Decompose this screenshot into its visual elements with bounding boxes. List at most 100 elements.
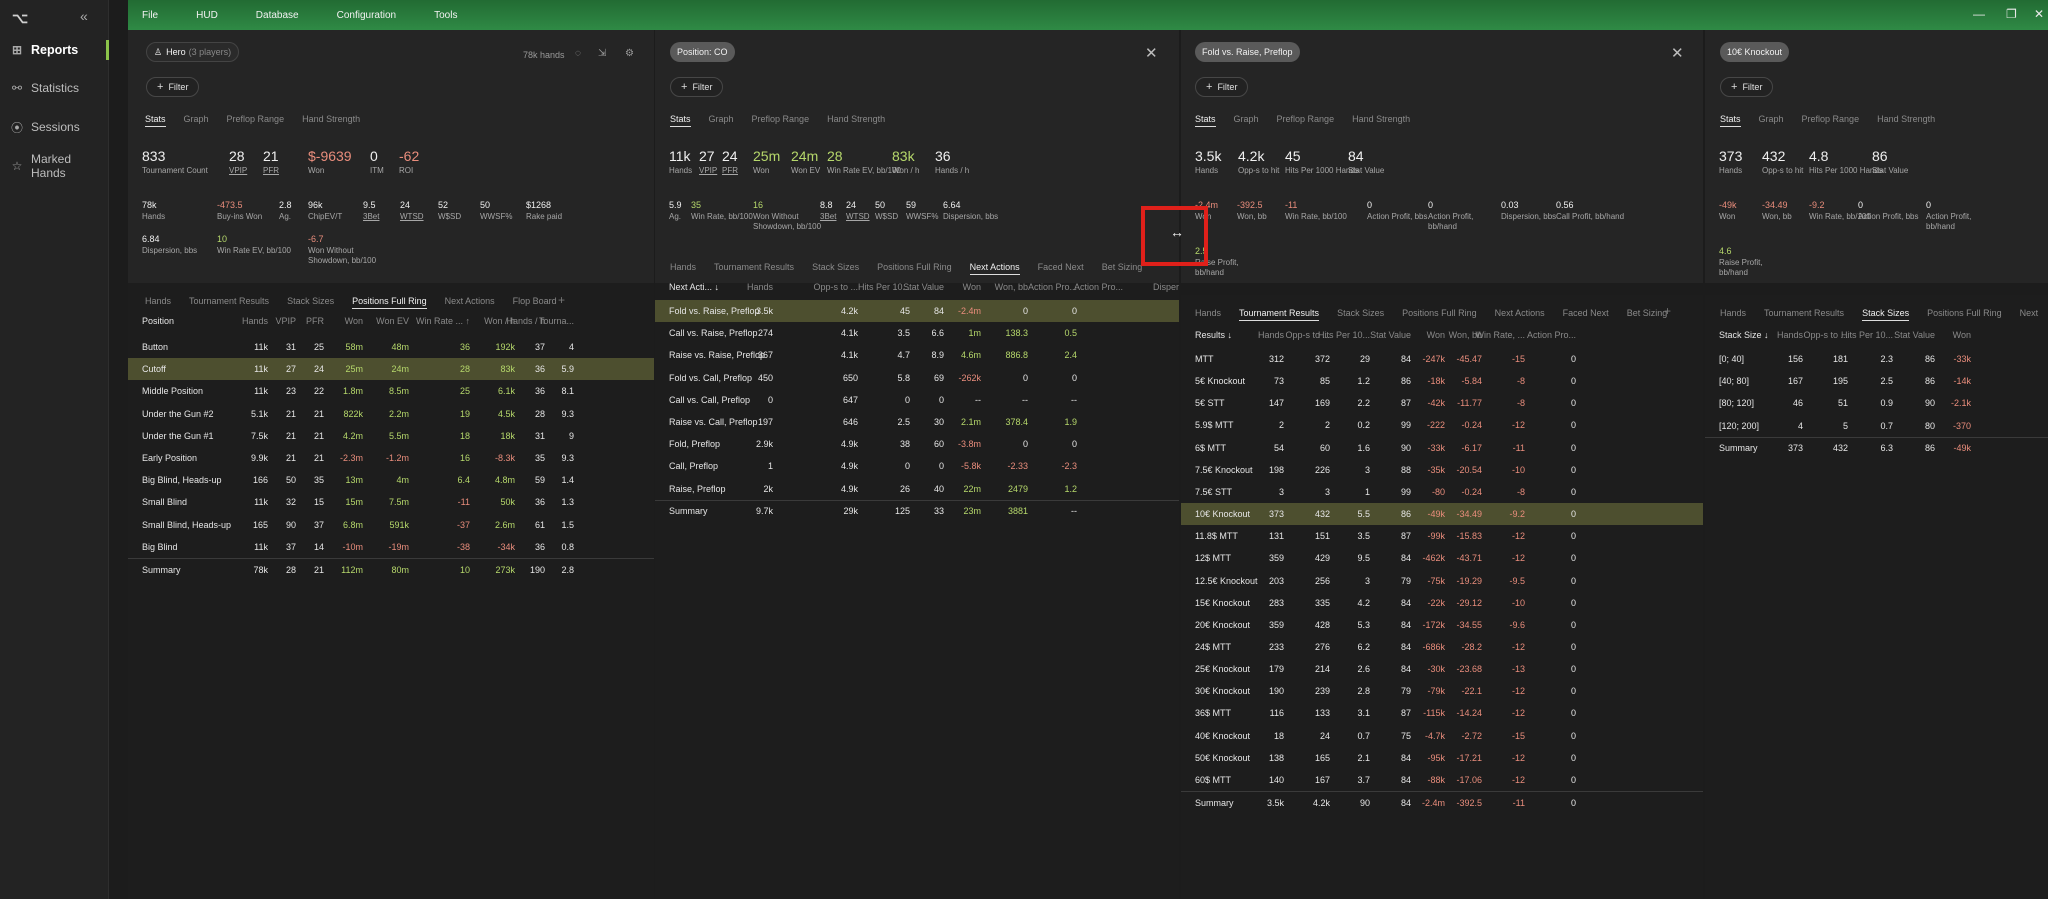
column-header[interactable]: Hands <box>747 282 773 292</box>
table-row[interactable]: Summary 3.5k 4.2k 90 84 -2.4m -392.5 -11 0 <box>1181 791 1703 813</box>
tournament-chip[interactable]: 10€ Knockout <box>1720 42 1790 62</box>
menu-file[interactable]: File <box>142 10 158 21</box>
tab-tournament-results[interactable]: Tournament Results <box>1239 308 1320 321</box>
column-header[interactable]: PFR <box>306 316 324 326</box>
tab-tournament-results[interactable]: Tournament Results <box>1764 308 1844 321</box>
sidebar-item-statistics[interactable]: ⚯ Statistics <box>0 74 109 102</box>
column-header[interactable]: Stat Value <box>1370 330 1411 340</box>
tab-graph[interactable]: Graph <box>1759 114 1784 127</box>
tab-stack-sizes[interactable]: Stack Sizes <box>1337 308 1384 321</box>
tab-positions-full-ring[interactable]: Positions Full Ring <box>352 296 427 309</box>
column-header[interactable]: Hands <box>1258 330 1284 340</box>
table-row[interactable]: [80; 120] 46 51 0.9 90 -2.1k <box>1705 392 2048 414</box>
table-row[interactable]: 15€ Knockout 283 335 4.2 84 -22k -29.12 -10 0 <box>1181 592 1703 614</box>
tab-bet-sizing[interactable]: Bet Sizing <box>1102 262 1143 275</box>
sidebar-item-marked-hands[interactable]: ☆ Marked Hands <box>0 152 109 180</box>
column-header[interactable]: Results ↓ <box>1195 330 1232 340</box>
sidebar-item-sessions[interactable]: ⦿ Sessions <box>0 113 109 141</box>
tab-hand-strength[interactable]: Hand Strength <box>302 114 360 127</box>
tab-positions-full-ring[interactable]: Positions Full Ring <box>1927 308 2002 321</box>
table-row[interactable]: 40€ Knockout 18 24 0.7 75 -4.7k -2.72 -15 0 <box>1181 725 1703 747</box>
table-row[interactable]: Under the Gun #1 7.5k 21 21 4.2m 5.5m 18 18k 31 9 <box>128 425 654 447</box>
table-row[interactable]: Raise vs. Raise, Preflop 367 4.1k 4.7 8.9 4.6… <box>655 344 1179 366</box>
column-header[interactable]: Tourna... <box>539 316 574 326</box>
sidebar-item-reports[interactable]: ⊞ Reports <box>0 36 109 64</box>
column-header[interactable]: Hits Per 10... <box>1841 330 1893 340</box>
table-row[interactable]: Summary 9.7k 29k 125 33 23m 3881 -- <box>655 499 1179 522</box>
column-header[interactable]: Stat Value <box>1894 330 1935 340</box>
table-row[interactable]: Summary 373 432 6.3 86 -49k <box>1705 436 2048 459</box>
table-row[interactable]: Summary 78k 28 21 112m 80m 10 273k 190 2.8 <box>128 558 654 580</box>
table-row[interactable]: 5.9$ MTT 2 2 0.2 99 -222 -0.24 -12 0 <box>1181 414 1703 436</box>
menu-configuration[interactable]: Configuration <box>337 10 396 21</box>
column-header[interactable]: Win Rate, ... <box>1475 330 1525 340</box>
column-header[interactable]: Hands <box>1777 330 1803 340</box>
tab-hands[interactable]: Hands <box>1720 308 1746 321</box>
tab-stats[interactable]: Stats <box>145 114 166 127</box>
table-row[interactable]: 6$ MTT 54 60 1.6 90 -33k -6.17 -11 0 <box>1181 437 1703 459</box>
minimize-icon[interactable]: — <box>1973 7 1985 21</box>
column-header[interactable]: Next Acti... ↓ <box>669 282 719 292</box>
tab-preflop-range[interactable]: Preflop Range <box>1277 114 1335 127</box>
column-header[interactable]: Hands <box>242 316 268 326</box>
table-row[interactable]: Fold vs. Raise, Preflop 3.5k 4.2k 45 84 -2.4m… <box>655 300 1179 322</box>
column-header[interactable]: Won <box>963 282 981 292</box>
table-row[interactable]: 5€ STT 147 169 2.2 87 -42k -11.77 -8 0 <box>1181 392 1703 414</box>
table-row[interactable]: Early Position 9.9k 21 21 -2.3m -1.2m 16 -8.3k 3… <box>128 447 654 469</box>
close-window-icon[interactable]: ✕ <box>2034 7 2044 21</box>
table-row[interactable]: 10€ Knockout 373 432 5.5 86 -49k -34.49 -9.2 0 <box>1181 503 1703 526</box>
table-row[interactable]: 25€ Knockout 179 214 2.6 84 -30k -23.68 -13 0 <box>1181 658 1703 680</box>
tab-positions-full-ring[interactable]: Positions Full Ring <box>1402 308 1477 321</box>
tab-tournament-results[interactable]: Tournament Results <box>189 296 269 309</box>
table-row[interactable]: 7.5€ STT 3 3 1 99 -80 -0.24 -8 0 <box>1181 481 1703 503</box>
table-row[interactable]: 7.5€ Knockout 198 226 3 88 -35k -20.54 -10 0 <box>1181 459 1703 481</box>
column-header[interactable]: VPIP <box>275 316 296 326</box>
tab-graph[interactable]: Graph <box>184 114 209 127</box>
column-header[interactable]: Won <box>1953 330 1971 340</box>
table-row[interactable]: 11.8$ MTT 131 151 3.5 87 -99k -15.83 -12 0 <box>1181 525 1703 547</box>
menu-hud[interactable]: HUD <box>196 10 218 21</box>
table-row[interactable]: Call vs. Call, Preflop 0 647 0 0 -- -- -- <box>655 389 1179 411</box>
tab-preflop-range[interactable]: Preflop Range <box>227 114 285 127</box>
position-chip[interactable]: Position: CO <box>670 42 735 62</box>
tab-next-actions[interactable]: Next Actions <box>969 262 1020 275</box>
close-panel-icon[interactable]: ✕ <box>1145 44 1158 62</box>
settings-icon[interactable]: ⚙ <box>625 48 634 59</box>
tab-hands[interactable]: Hands <box>1195 308 1221 321</box>
table-row[interactable]: Big Blind, Heads-up 166 50 35 13m 4m 6.4 4.8m 59… <box>128 469 654 491</box>
table-row[interactable]: Call vs. Raise, Preflop 274 4.1k 3.5 6.6 1m 13… <box>655 322 1179 344</box>
column-header[interactable]: Action Pro... <box>1028 282 1077 292</box>
column-header[interactable]: Win Rate ... ↑ <box>416 316 470 326</box>
column-header[interactable]: Won <box>1427 330 1445 340</box>
filter-button[interactable]: Filter <box>1720 77 1774 97</box>
column-header[interactable]: Hits Per 10... <box>1318 330 1370 340</box>
tab-hand-strength[interactable]: Hand Strength <box>1352 114 1410 127</box>
tab-stack-sizes[interactable]: Stack Sizes <box>1862 308 1910 321</box>
action-chip[interactable]: Fold vs. Raise, Preflop <box>1195 42 1300 62</box>
tab-flop-board[interactable]: Flop Board <box>513 296 557 309</box>
column-header[interactable]: Won EV <box>376 316 409 326</box>
tab-hands[interactable]: Hands <box>670 262 696 275</box>
table-row[interactable]: Middle Position 11k 23 22 1.8m 8.5m 25 6.1k 36 8.… <box>128 380 654 402</box>
column-header[interactable]: Position <box>142 316 174 326</box>
menu-tools[interactable]: Tools <box>434 10 457 21</box>
table-row[interactable]: Big Blind 11k 37 14 -10m -19m -38 -34k 36 0.8 <box>128 536 654 558</box>
table-row[interactable]: 5€ Knockout 73 85 1.2 86 -18k -5.84 -8 0 <box>1181 370 1703 392</box>
filter-button[interactable]: Filter <box>670 77 724 97</box>
tab-positions-full-ring[interactable]: Positions Full Ring <box>877 262 952 275</box>
tab-faced-next[interactable]: Faced Next <box>1563 308 1609 321</box>
tab-stack-sizes[interactable]: Stack Sizes <box>287 296 334 309</box>
column-header[interactable]: Disper <box>1153 282 1179 292</box>
table-row[interactable]: 12.5€ Knockout 203 256 3 79 -75k -19.29 -9.5 0 <box>1181 570 1703 592</box>
table-row[interactable]: 24$ MTT 233 276 6.2 84 -686k -28.2 -12 0 <box>1181 636 1703 658</box>
column-header[interactable]: Won, bb <box>995 282 1028 292</box>
table-row[interactable]: 60$ MTT 140 167 3.7 84 -88k -17.06 -12 0 <box>1181 769 1703 791</box>
tab-faced-next[interactable]: Faced Next <box>1038 262 1084 275</box>
table-row[interactable]: 20€ Knockout 359 428 5.3 84 -172k -34.55 -9.6 0 <box>1181 614 1703 636</box>
add-tab-icon[interactable]: + <box>558 293 565 307</box>
table-row[interactable]: 50€ Knockout 138 165 2.1 84 -95k -17.21 -12 0 <box>1181 747 1703 769</box>
tab-stats[interactable]: Stats <box>670 114 691 127</box>
tab-hand-strength[interactable]: Hand Strength <box>1877 114 1935 127</box>
table-row[interactable]: 36$ MTT 116 133 3.1 87 -115k -14.24 -12 0 <box>1181 702 1703 724</box>
column-header[interactable]: Stat Value <box>903 282 944 292</box>
